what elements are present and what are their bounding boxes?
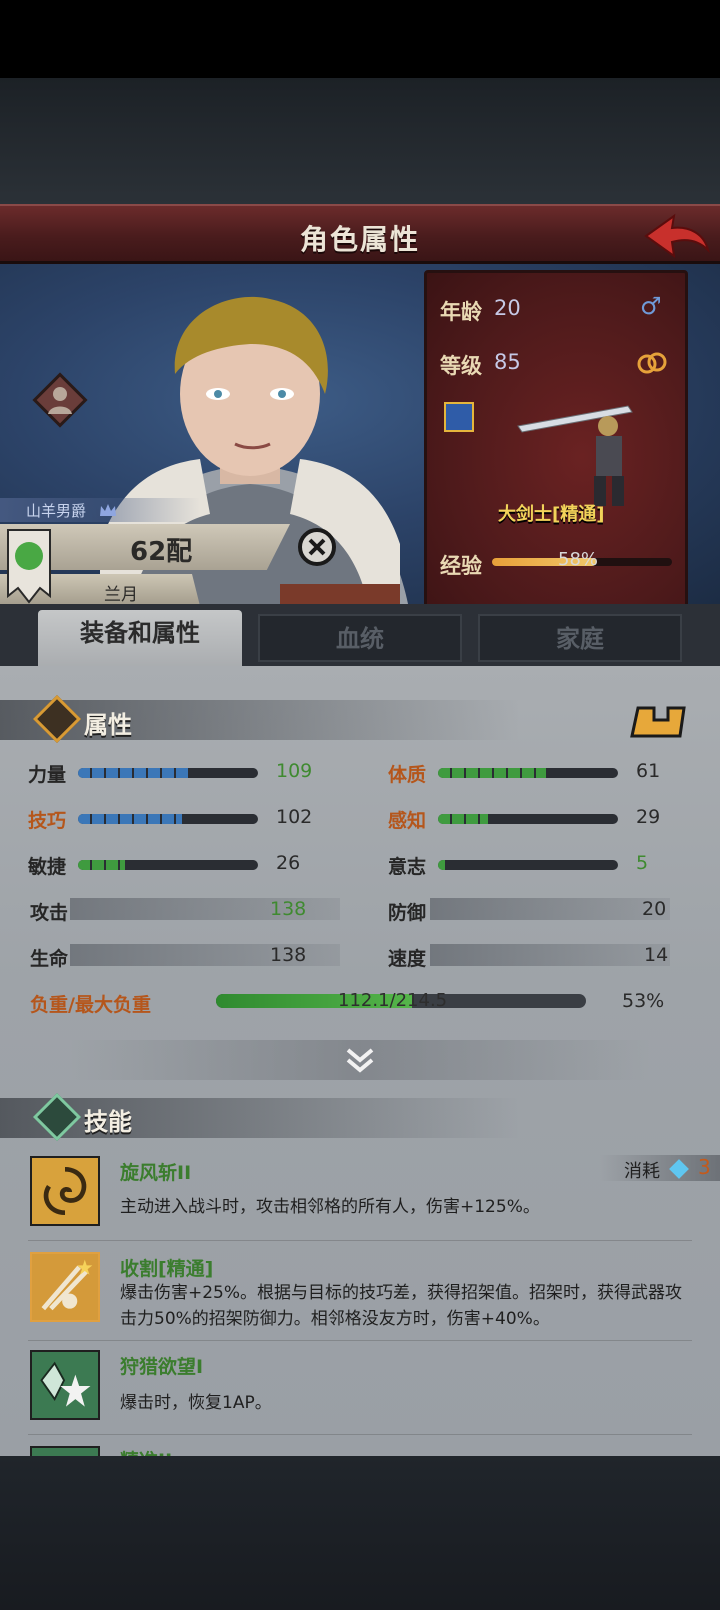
tab-bloodline[interactable]: 血统 <box>258 614 462 662</box>
tab-equipment[interactable]: 装备和属性 <box>38 610 242 668</box>
precision-skill-icon[interactable] <box>30 1446 100 1456</box>
hp-value: 138 <box>270 944 307 966</box>
background-top <box>0 78 720 204</box>
page-title: 角色属性 <box>299 223 420 256</box>
skill-divider <box>28 1240 692 1241</box>
skill-desc: 爆击伤害+25%。根据与目标的技巧差，获得招架值。招架时，获得武器攻击力50%的… <box>120 1283 683 1329</box>
cost-value: 3 <box>698 1155 711 1179</box>
class-name: 大剑士[精通] <box>498 504 605 525</box>
status-bar-area <box>0 0 720 78</box>
bottom-area <box>0 1456 720 1610</box>
tab-family[interactable]: 家庭 <box>478 614 682 662</box>
age-label: 年龄 <box>440 300 482 324</box>
family-banner-icon[interactable] <box>6 528 52 604</box>
noble-title: 山羊男爵 <box>26 502 87 520</box>
skill-name: 精准II <box>120 1446 172 1456</box>
stat-bar <box>438 814 618 824</box>
stat-label: 感知 <box>388 810 427 832</box>
stat-value: 61 <box>636 760 661 782</box>
stat-bar-fill <box>438 860 446 870</box>
formation-icon[interactable] <box>628 700 688 740</box>
defense-label: 防御 <box>388 902 427 924</box>
cost-label: 消耗 <box>624 1161 660 1182</box>
male-icon: ♂ <box>640 292 662 320</box>
rings-icon <box>637 352 667 374</box>
hp-label: 生命 <box>30 948 69 970</box>
attack-label: 攻击 <box>30 902 69 924</box>
load-percent: 53% <box>622 990 665 1012</box>
xp-label: 经验 <box>440 554 482 578</box>
stat-bar-fill <box>78 768 190 778</box>
stat-value: 26 <box>276 852 301 874</box>
stat-label: 力量 <box>28 764 67 786</box>
stat-label: 敏捷 <box>28 856 67 878</box>
stat-label: 体质 <box>388 764 427 786</box>
stat-value: 5 <box>636 852 649 874</box>
load-label: 负重/最大负重 <box>30 994 151 1016</box>
skill-divider <box>28 1434 692 1435</box>
back-arrow-icon[interactable] <box>642 210 712 262</box>
stat-bar-fill <box>438 814 489 824</box>
hunting-desire-skill-icon[interactable] <box>30 1350 100 1420</box>
character-name[interactable]: 62配 <box>130 531 192 568</box>
stat-label: 意志 <box>388 856 427 878</box>
speed-label: 速度 <box>388 948 427 970</box>
stat-value: 109 <box>276 760 313 782</box>
xp-percent: 58% <box>558 549 599 570</box>
stat-bar <box>438 768 618 778</box>
defense-value: 20 <box>642 898 667 920</box>
level-label: 等级 <box>440 354 482 378</box>
defense-bar <box>430 898 670 920</box>
stat-bar <box>78 768 258 778</box>
stat-bar <box>78 860 258 870</box>
spouse-name[interactable]: 兰月 <box>104 580 138 605</box>
load-value: 112.1/214.5 <box>338 990 448 1011</box>
class-sprite <box>517 405 633 506</box>
attack-value: 138 <box>270 898 307 920</box>
close-icon[interactable] <box>297 527 337 567</box>
reap-skill-icon[interactable] <box>30 1252 100 1322</box>
skill-name: 旋风斩II <box>120 1162 192 1184</box>
age-value: 20 <box>494 296 521 320</box>
speed-bar <box>430 944 670 966</box>
stat-bar-fill <box>78 860 125 870</box>
speed-value: 14 <box>644 944 669 966</box>
skills-title: 技能 <box>84 1108 132 1136</box>
stat-bar-fill <box>438 768 546 778</box>
level-value: 85 <box>494 350 521 374</box>
skill-name: 收割[精通] <box>120 1258 214 1280</box>
skill-desc: 爆击时，恢复1AP。 <box>120 1393 272 1413</box>
stat-bar <box>438 860 618 870</box>
greatsword-skill-icon[interactable] <box>444 402 474 432</box>
header-bar: 角色属性 <box>0 204 720 264</box>
chevron-down-icon[interactable] <box>344 1044 376 1076</box>
stat-bar <box>78 814 258 824</box>
stat-value: 102 <box>276 806 313 828</box>
skill-divider <box>28 1340 692 1341</box>
attributes-title: 属性 <box>84 711 132 739</box>
whirlwind-skill-icon[interactable] <box>30 1156 100 1226</box>
stat-label: 技巧 <box>28 810 67 832</box>
crown-icon <box>100 504 116 516</box>
stat-value: 29 <box>636 806 661 828</box>
class-emblem-icon <box>32 372 88 428</box>
skill-name: 狩猎欲望I <box>120 1356 204 1378</box>
stat-bar-fill <box>78 814 183 824</box>
skill-desc: 主动进入战斗时，攻击相邻格的所有人，伤害+125%。 <box>120 1197 540 1217</box>
